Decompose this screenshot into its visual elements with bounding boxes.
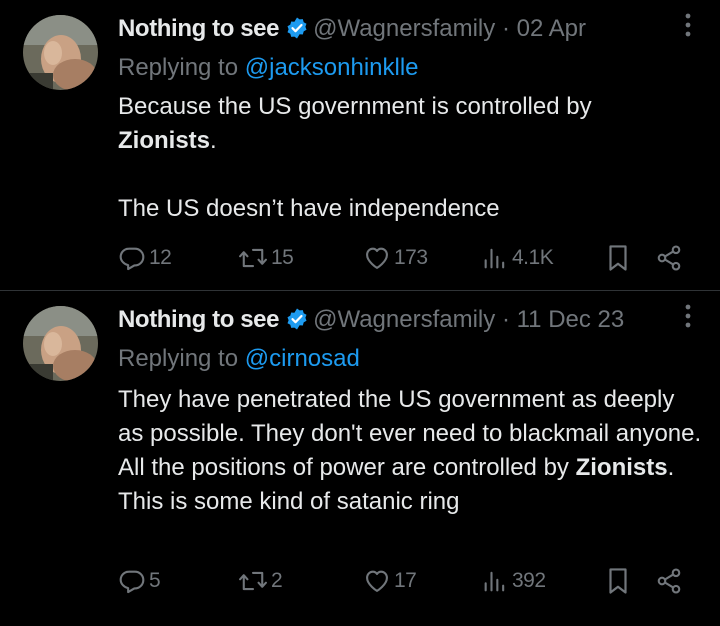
views-icon (481, 244, 509, 272)
more-options-icon[interactable] (684, 303, 692, 339)
share-icon (655, 244, 683, 272)
reply-count: 5 (149, 569, 161, 592)
tweet-text-line: Because the US government is controlled … (118, 93, 592, 120)
more-options-icon[interactable] (684, 12, 692, 48)
reply-mention-link[interactable]: @cirnosad (245, 345, 360, 372)
replying-to: Replying to @cirnosad (118, 343, 360, 375)
views-count: 392 (512, 569, 546, 592)
reply-count: 12 (149, 246, 172, 269)
views-count: 4.1K (512, 246, 554, 269)
separator-dot: · (501, 306, 510, 333)
author-name[interactable]: Nothing to see (118, 306, 279, 333)
like-count: 17 (394, 569, 417, 592)
bookmark-icon (604, 243, 632, 273)
verified-badge-icon (285, 16, 309, 50)
bookmark-button[interactable] (604, 564, 632, 598)
action-bar: 5 2 17 392 (118, 564, 698, 598)
bold-text: Zionists (575, 454, 668, 481)
views-button[interactable]: 392 (481, 564, 546, 598)
author-name[interactable]: Nothing to see (118, 15, 279, 42)
avatar[interactable] (23, 306, 98, 381)
action-bar: 12 15 173 4.1K (118, 241, 698, 275)
tweet-text-punct: . (210, 127, 217, 154)
tweet-date[interactable]: 11 Dec 23 (517, 306, 625, 333)
tweet-2[interactable]: Nothing to see @Wagnersfamily · 11 Dec 23… (0, 291, 720, 626)
share-button[interactable] (655, 564, 683, 598)
tweet-header: Nothing to see @Wagnersfamily · 11 Dec 23 (118, 303, 624, 337)
reply-mention-link[interactable]: @jacksonhinklle (245, 54, 419, 81)
views-button[interactable]: 4.1K (481, 241, 554, 275)
views-icon (481, 567, 509, 595)
reply-icon (118, 244, 146, 272)
like-button[interactable]: 17 (363, 564, 417, 598)
reply-button[interactable]: 12 (118, 241, 172, 275)
tweet-date[interactable]: 02 Apr (517, 15, 586, 42)
avatar[interactable] (23, 15, 98, 90)
separator-dot: · (501, 15, 510, 42)
share-icon (655, 567, 683, 595)
tweet-text-paragraph: The US doesn’t have independence (118, 195, 500, 222)
author-handle[interactable]: @Wagnersfamily (313, 15, 495, 42)
like-icon (363, 567, 391, 595)
repost-count: 2 (271, 569, 283, 592)
bookmark-icon (604, 566, 632, 596)
replying-to: Replying to @jacksonhinklle (118, 52, 419, 84)
repost-count: 15 (271, 246, 294, 269)
author-handle[interactable]: @Wagnersfamily (313, 306, 495, 333)
bookmark-button[interactable] (604, 241, 632, 275)
repost-button[interactable]: 15 (238, 241, 294, 275)
tweet-text: They have penetrated the US government a… (118, 383, 703, 519)
repost-icon (238, 567, 268, 595)
like-count: 173 (394, 246, 428, 269)
replying-to-label: Replying to (118, 345, 239, 372)
repost-button[interactable]: 2 (238, 564, 283, 598)
reply-button[interactable]: 5 (118, 564, 161, 598)
tweet-1[interactable]: Nothing to see @Wagnersfamily · 02 Apr Re… (0, 0, 720, 290)
replying-to-label: Replying to (118, 54, 239, 81)
reply-icon (118, 567, 146, 595)
like-button[interactable]: 173 (363, 241, 428, 275)
like-icon (363, 244, 391, 272)
share-button[interactable] (655, 241, 683, 275)
tweet-text: Because the US government is controlled … (118, 90, 708, 226)
verified-badge-icon (285, 307, 309, 341)
bold-text: Zionists (118, 127, 211, 154)
repost-icon (238, 244, 268, 272)
tweet-header: Nothing to see @Wagnersfamily · 02 Apr (118, 12, 586, 46)
